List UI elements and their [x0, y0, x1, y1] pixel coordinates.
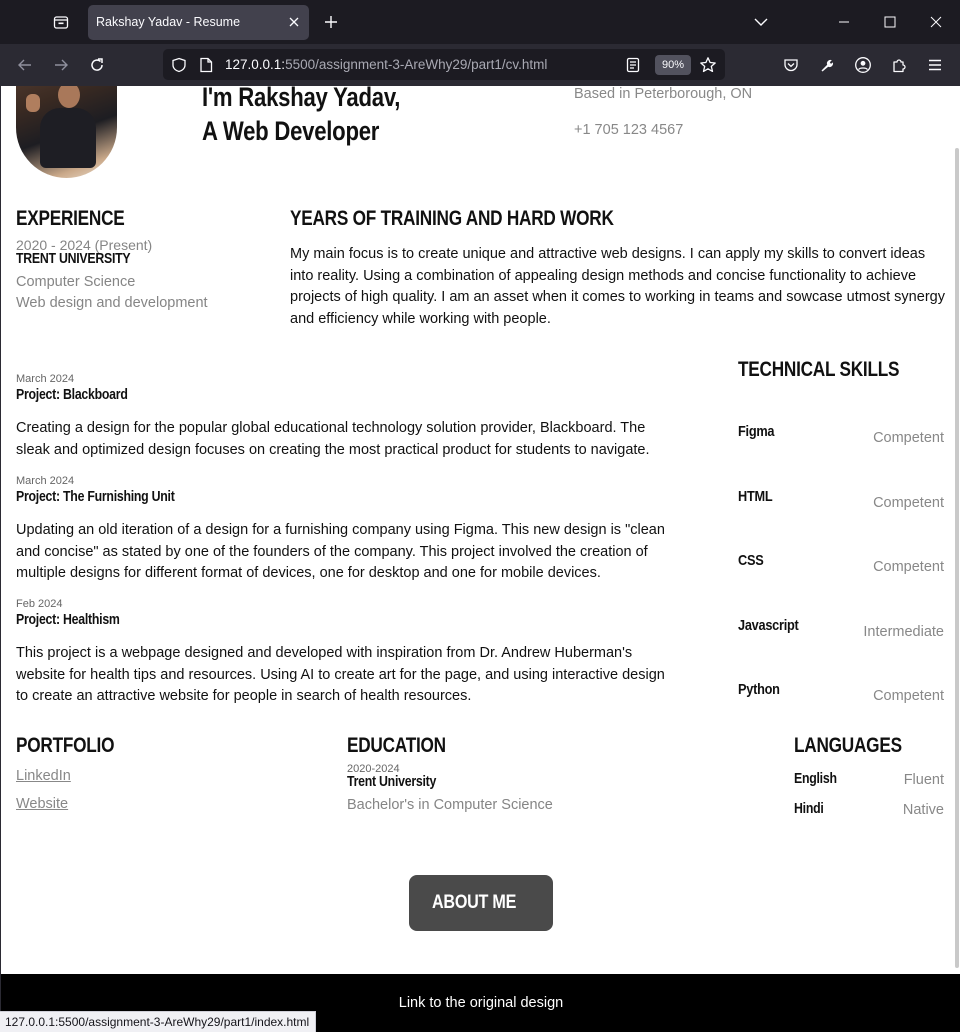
project-date: Feb 2024: [16, 598, 63, 610]
reload-button[interactable]: [83, 52, 111, 78]
about-me-label: ABOUT ME: [431, 892, 516, 913]
page-info-button[interactable]: [197, 56, 215, 74]
menu-button[interactable]: [921, 52, 949, 78]
experience-heading: EXPERIENCE: [16, 207, 125, 230]
url-bar[interactable]: 127.0.0.1:5500/assignment-3-AreWhy29/par…: [163, 49, 725, 80]
page-viewport: I'm Rakshay Yadav, A Web Developer Based…: [0, 86, 960, 1032]
active-tab[interactable]: Rakshay Yadav - Resume: [88, 5, 309, 40]
website-link[interactable]: Website: [16, 796, 68, 812]
skill-level: Competent: [873, 430, 944, 446]
list-all-tabs-button[interactable]: [748, 10, 774, 34]
pocket-button[interactable]: [777, 52, 805, 78]
profile-photo: [16, 86, 117, 178]
project-description: Creating a design for the popular global…: [16, 420, 650, 458]
new-tab-button[interactable]: [318, 10, 344, 34]
extensions-button[interactable]: [885, 52, 913, 78]
close-icon: [930, 16, 942, 28]
about-me-button[interactable]: ABOUT ME: [409, 875, 553, 931]
tracking-protection-button[interactable]: [170, 56, 188, 74]
reload-icon: [91, 58, 103, 71]
hero-heading-line1: I'm Rakshay Yadav,: [202, 86, 401, 112]
language-name: Hindi: [794, 801, 824, 817]
hero-heading-line2: A Web Developer: [202, 116, 380, 146]
linkedin-link[interactable]: LinkedIn: [16, 768, 71, 784]
original-design-link[interactable]: Link to the original design: [1, 995, 960, 1011]
account-button[interactable]: [849, 52, 877, 78]
project-title: Project: The Furnishing Unit: [16, 489, 175, 505]
forward-button[interactable]: [47, 52, 75, 78]
technical-skills-heading: TECHNICAL SKILLS: [738, 358, 900, 381]
skill-level: Competent: [873, 559, 944, 575]
close-icon: [289, 17, 299, 27]
skill-level: Competent: [873, 495, 944, 511]
skill-level: Intermediate: [863, 624, 944, 640]
location-text: Based in Peterborough, ON: [574, 86, 753, 102]
firefox-view-icon: [53, 16, 69, 29]
experience-organization: TRENT UNIVERSITY: [16, 251, 131, 267]
skill-name: HTML: [738, 488, 773, 505]
project-description: This project is a webpage designed and d…: [16, 645, 665, 705]
project-description: Updating an old iteration of a design fo…: [16, 522, 665, 582]
portfolio-heading: PORTFOLIO: [16, 734, 115, 757]
developer-tools-button[interactable]: [813, 52, 841, 78]
back-button[interactable]: [11, 52, 39, 78]
arrow-left-icon: [18, 59, 31, 71]
url-text[interactable]: 127.0.0.1:5500/assignment-3-AreWhy29/par…: [225, 57, 547, 72]
page-icon: [200, 57, 213, 73]
url-path: 5500/assignment-3-AreWhy29/part1/cv.html: [285, 57, 548, 72]
url-host: 127.0.0.1:: [225, 57, 286, 72]
shield-icon: [172, 57, 186, 73]
tab-title: Rakshay Yadav - Resume: [96, 15, 241, 29]
plus-icon: [325, 16, 337, 28]
skill-name: Figma: [738, 423, 775, 440]
training-paragraph: My main focus is to create unique and at…: [290, 246, 945, 327]
firefox-view-button[interactable]: [48, 10, 74, 34]
zoom-level-button[interactable]: 90%: [655, 55, 691, 75]
tab-bar: Rakshay Yadav - Resume: [0, 0, 960, 44]
window-close-button[interactable]: [913, 0, 959, 44]
project-title: Project: Blackboard: [16, 387, 128, 403]
skill-name: CSS: [738, 552, 764, 569]
navigation-toolbar: 127.0.0.1:5500/assignment-3-AreWhy29/par…: [0, 44, 960, 86]
vertical-scrollbar[interactable]: [955, 148, 959, 968]
star-icon: [700, 57, 716, 73]
phone-text: +1 705 123 4567: [574, 122, 684, 138]
maximize-icon: [884, 16, 896, 28]
account-icon: [855, 57, 871, 73]
project-date: March 2024: [16, 475, 75, 487]
language-level: Fluent: [903, 772, 944, 788]
reader-view-icon: [626, 57, 640, 73]
minimize-button[interactable]: [821, 0, 867, 44]
puzzle-icon: [893, 59, 906, 73]
tab-close-button[interactable]: [285, 13, 303, 31]
pocket-icon: [784, 59, 798, 72]
education-degree: Bachelor's in Computer Science: [347, 797, 553, 813]
project-title: Project: Healthism: [16, 612, 120, 628]
status-link-preview: 127.0.0.1:5500/assignment-3-AreWhy29/par…: [0, 1011, 317, 1032]
experience-field: Computer Science: [16, 274, 136, 290]
arrow-right-icon: [55, 59, 68, 71]
education-school: Trent University: [347, 774, 437, 790]
bookmark-button[interactable]: [699, 56, 717, 74]
language-level: Native: [902, 802, 944, 818]
training-heading: YEARS OF TRAINING AND HARD WORK: [290, 207, 614, 230]
hamburger-icon: [929, 59, 941, 71]
minimize-icon: [839, 21, 849, 23]
experience-focus: Web design and development: [16, 295, 208, 311]
maximize-button[interactable]: [867, 0, 913, 44]
skill-level: Competent: [873, 688, 944, 704]
skill-name: Python: [738, 681, 780, 698]
chevron-down-icon: [754, 18, 768, 26]
language-name: English: [794, 771, 837, 787]
wrench-icon: [821, 59, 833, 72]
skill-name: Javascript: [738, 617, 799, 634]
languages-heading: LANGUAGES: [794, 734, 902, 757]
project-date: March 2024: [16, 373, 75, 385]
education-heading: EDUCATION: [347, 734, 446, 757]
reader-view-button[interactable]: [624, 56, 642, 74]
